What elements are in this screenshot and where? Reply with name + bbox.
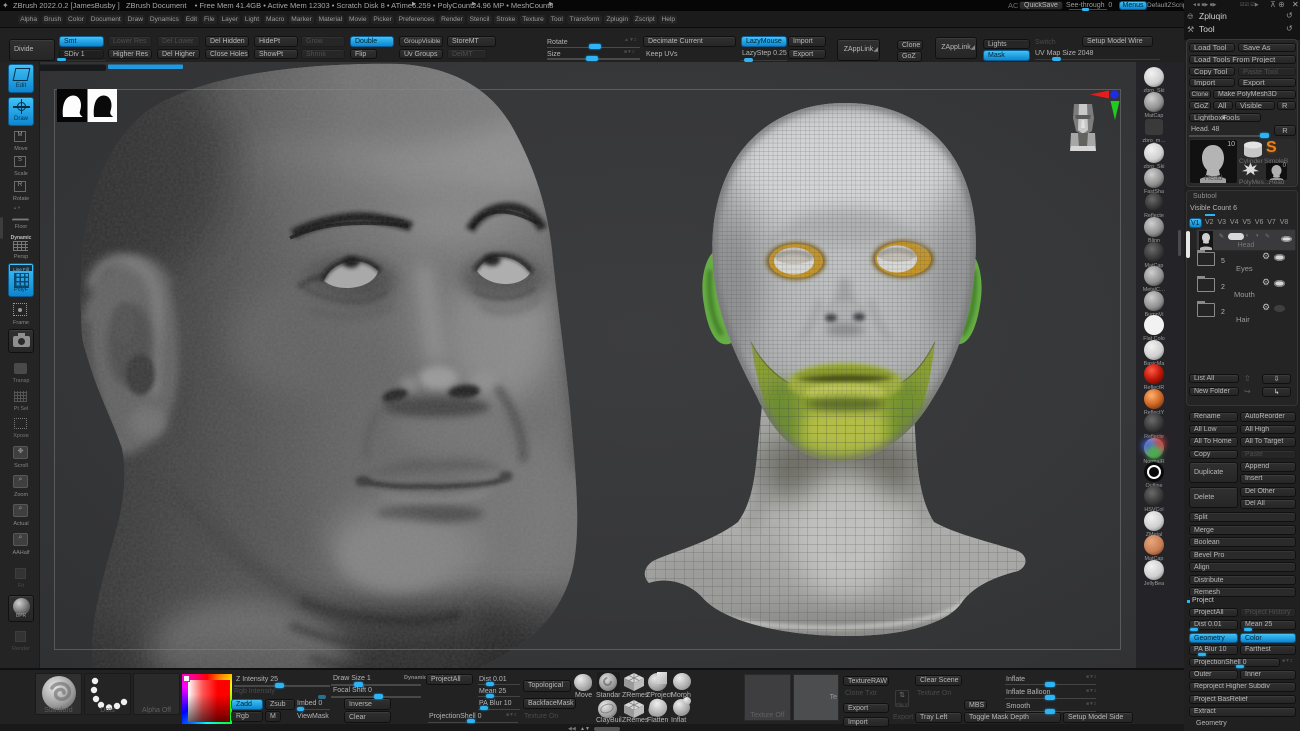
svg-text:JellyBea: JellyBea xyxy=(1144,581,1164,587)
svg-text:MatCap: MatCap xyxy=(1145,113,1164,119)
